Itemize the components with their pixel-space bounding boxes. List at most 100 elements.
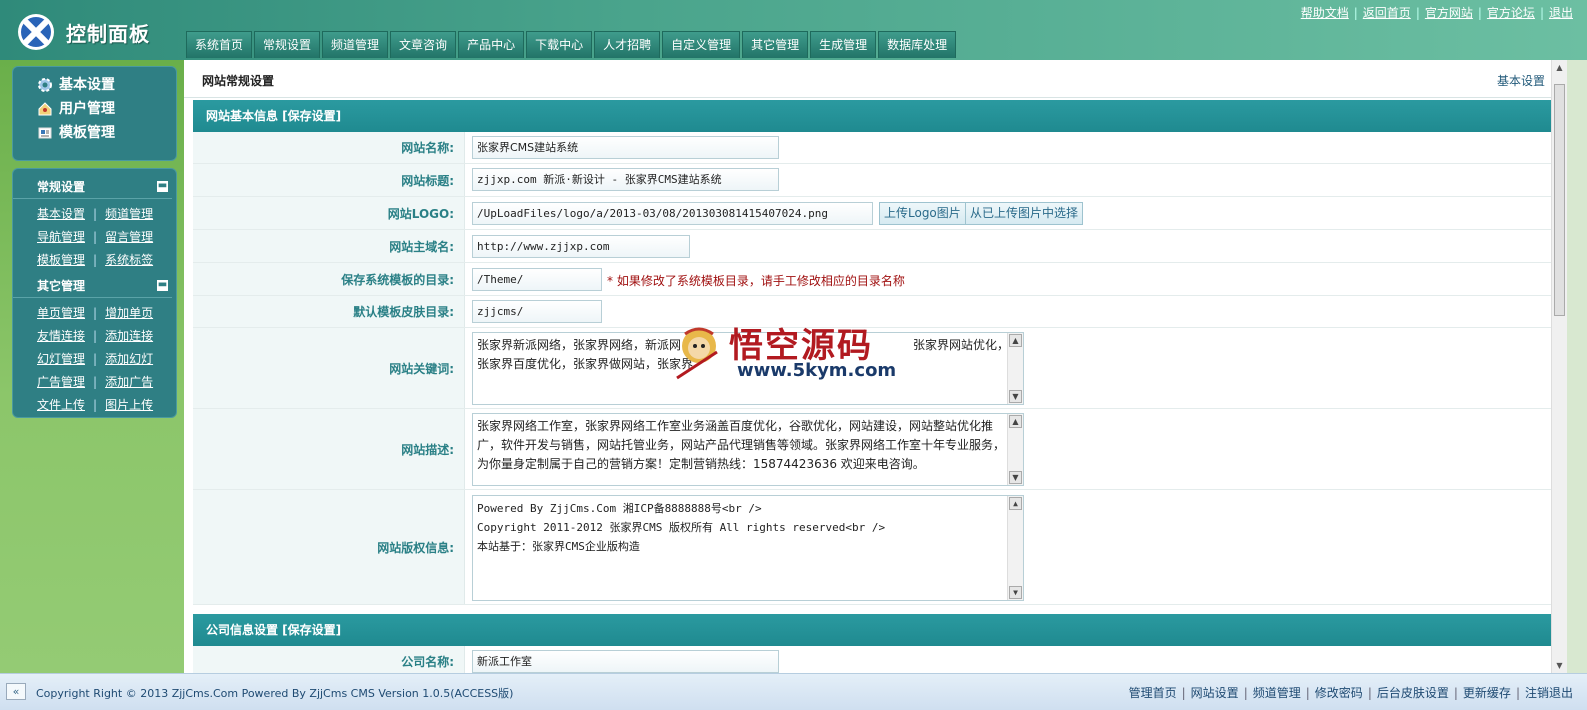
section-basic-header[interactable]: 网站基本信息 [保存设置] — [193, 100, 1567, 132]
description-textarea[interactable]: 张家界网络工作室，张家界网络工作室业务涵盖百度优化，谷歌优化，网站建设，网站整站… — [472, 413, 1024, 486]
tab-recruitment[interactable]: 人才招聘 — [594, 31, 661, 58]
scroll-up-icon[interactable]: ▲ — [1009, 415, 1022, 428]
menu-group-other[interactable]: 其它管理 ▬ — [13, 274, 172, 298]
site-name-input[interactable]: 张家界CMS建站系统 — [472, 136, 779, 159]
sidebar-item-templates[interactable]: 模板管理 — [37, 253, 85, 267]
scroll-thumb[interactable] — [1554, 84, 1565, 316]
textarea-scrollbar[interactable]: ▲ ▼ — [1007, 496, 1023, 600]
tab-channel-management[interactable]: 频道管理 — [322, 31, 389, 58]
skin-dir-input[interactable]: zjjcms/ — [472, 300, 602, 323]
sidebar-item-friend-links[interactable]: 友情连接 — [37, 329, 85, 343]
textarea-scrollbar[interactable]: ▲ ▼ — [1007, 333, 1023, 404]
tab-other-management[interactable]: 其它管理 — [742, 31, 809, 58]
tab-general-settings[interactable]: 常规设置 — [254, 31, 321, 58]
scroll-up-icon[interactable]: ▲ — [1009, 334, 1022, 347]
sidebar-item-messages[interactable]: 留言管理 — [105, 230, 153, 244]
tab-products[interactable]: 产品中心 — [458, 31, 525, 58]
footer-copyright: Copyright Right © 2013 ZjjCms.Com Powere… — [36, 687, 514, 700]
sidebar-item-file-upload[interactable]: 文件上传 — [37, 398, 85, 412]
tab-articles[interactable]: 文章咨询 — [390, 31, 457, 58]
sidebar-item-navigation[interactable]: 导航管理 — [37, 230, 85, 244]
scroll-down-icon[interactable]: ▼ — [1009, 586, 1022, 599]
footer-link-update-cache[interactable]: 更新缓存 — [1463, 686, 1511, 700]
quick-item-template-management[interactable]: 模板管理 — [37, 121, 176, 145]
form-row-site-logo: 网站LOGO: /UpLoadFiles/logo/a/2013-03/08/2… — [193, 197, 1567, 230]
quick-item-basic-settings[interactable]: 基本设置 — [37, 73, 176, 97]
scroll-down-icon[interactable]: ▼ — [1009, 471, 1022, 484]
sidebar-item-system-tags[interactable]: 系统标签 — [105, 253, 153, 267]
footer-link-skin-settings[interactable]: 后台皮肤设置 — [1377, 686, 1449, 700]
sidebar-item-channel-management[interactable]: 频道管理 — [105, 207, 153, 221]
textarea-scrollbar[interactable]: ▲ ▼ — [1007, 414, 1023, 485]
sidebar-item-add-slide[interactable]: 添加幻灯 — [105, 352, 153, 366]
footer-link-logout[interactable]: 注销退出 — [1525, 686, 1573, 700]
footer-link-channel-management[interactable]: 频道管理 — [1253, 686, 1301, 700]
breadcrumb[interactable]: 基本设置 — [1497, 60, 1545, 102]
scroll-up-icon[interactable]: ▲ — [1009, 497, 1022, 510]
scroll-up-icon[interactable]: ▲ — [1554, 62, 1565, 73]
sidebar-item-basic-settings[interactable]: 基本设置 — [37, 207, 85, 221]
app-title: 控制面板 — [66, 22, 150, 46]
sidebar: 基本设置 用户管理 模板管理 常规设置 ▬ 基本设置 | 频道管理 导航管理 | 留言管… — [0, 60, 184, 673]
collapse-icon[interactable]: ▬ — [157, 280, 168, 291]
tab-custom-management[interactable]: 自定义管理 — [662, 31, 741, 58]
site-title-input[interactable]: zjjxp.com 新派·新设计 - 张家界CMS建站系统 — [472, 168, 779, 191]
domain-label: 网站主域名: — [193, 230, 465, 262]
logo-mark-icon — [18, 14, 54, 50]
quick-item-user-management[interactable]: 用户管理 — [37, 97, 176, 121]
tab-database[interactable]: 数据库处理 — [878, 31, 957, 58]
tab-generate[interactable]: 生成管理 — [810, 31, 877, 58]
copyright-textarea[interactable]: Powered By ZjjCms.Com 湘ICP备8888888号<br /… — [472, 495, 1024, 601]
theme-dir-input[interactable]: /Theme/ — [472, 268, 602, 291]
quick-item-label: 用户管理 — [59, 101, 115, 117]
sidebar-menu: 常规设置 ▬ 基本设置 | 频道管理 导航管理 | 留言管理 模板管理 | 系统标签 其它管… — [12, 168, 177, 418]
watermark-url: www.5kym.com — [737, 360, 897, 381]
top-links: 帮助文档 | 返回首页 | 官方网站 | 官方论坛 | 退出 — [1300, 6, 1573, 20]
footer-link-admin-home[interactable]: 管理首页 — [1129, 686, 1177, 700]
sidebar-item-single-pages[interactable]: 单页管理 — [37, 306, 85, 320]
copyright-line: 本站基于：张家界CMS企业版构造 — [477, 540, 640, 553]
user-icon — [37, 101, 53, 117]
collapse-sidebar-icon[interactable]: « — [6, 683, 26, 700]
official-site-link[interactable]: 官方网站 — [1425, 6, 1473, 20]
page-header: 网站常规设置 基本设置 — [184, 60, 1567, 98]
choose-uploaded-image-button[interactable]: 从已上传图片中选择 — [965, 202, 1084, 225]
sidebar-item-add-link[interactable]: 添加连接 — [105, 329, 153, 343]
section-company-header[interactable]: 公司信息设置 [保存设置] — [193, 614, 1567, 646]
page-scrollbar[interactable]: ▲ ▼ — [1551, 60, 1567, 673]
sidebar-item-add-page[interactable]: 增加单页 — [105, 306, 153, 320]
sidebar-item-slides[interactable]: 幻灯管理 — [37, 352, 85, 366]
site-name-label: 网站名称: — [193, 132, 465, 163]
menu-group-general[interactable]: 常规设置 ▬ — [13, 175, 172, 199]
top-header: 控制面板 帮助文档 | 返回首页 | 官方网站 | 官方论坛 | 退出 系统首页 常规设置 频道… — [0, 0, 1587, 60]
site-logo-input[interactable]: /UpLoadFiles/logo/a/2013-03/08/201303081… — [472, 202, 873, 225]
back-home-link[interactable]: 返回首页 — [1363, 6, 1411, 20]
domain-input[interactable]: http://www.zjjxp.com — [472, 235, 690, 258]
menu-group-title: 常规设置 — [37, 180, 86, 194]
description-line: 广，软件开发与销售，网站托管业务，网站产品代理销售等领域。张家界网络工作室十年专… — [477, 438, 1006, 452]
scroll-down-icon[interactable]: ▼ — [1554, 660, 1565, 671]
template-icon — [37, 125, 53, 141]
keywords-label: 网站关键词: — [193, 328, 465, 408]
footer-links: 管理首页 | 网站设置 | 频道管理 | 修改密码 | 后台皮肤设置 | 更新缓存 | 注销退出 — [1128, 686, 1573, 700]
page-title: 网站常规设置 — [202, 74, 275, 88]
collapse-icon[interactable]: ▬ — [157, 181, 168, 192]
help-docs-link[interactable]: 帮助文档 — [1301, 6, 1349, 20]
sidebar-item-ads[interactable]: 广告管理 — [37, 375, 85, 389]
keywords-line-tail: 张家界网站优化，张 — [913, 338, 1022, 352]
description-line: 张家界网络工作室，张家界网络工作室业务涵盖百度优化，谷歌优化，网站建设，网站整站… — [477, 419, 994, 433]
scroll-down-icon[interactable]: ▼ — [1009, 390, 1022, 403]
official-forum-link[interactable]: 官方论坛 — [1487, 6, 1535, 20]
theme-dir-note: * 如果修改了系统模板目录，请手工修改相应的目录名称 — [607, 274, 905, 288]
tab-downloads[interactable]: 下载中心 — [526, 31, 593, 58]
footer-link-site-settings[interactable]: 网站设置 — [1191, 686, 1239, 700]
gear-icon — [37, 77, 53, 93]
footer-link-change-password[interactable]: 修改密码 — [1315, 686, 1363, 700]
form-row-theme-dir: 保存系统模板的目录: /Theme/ * 如果修改了系统模板目录，请手工修改相应… — [193, 263, 1567, 296]
logout-link[interactable]: 退出 — [1549, 6, 1573, 20]
upload-logo-button[interactable]: 上传Logo图片 — [879, 202, 966, 225]
sidebar-item-add-ad[interactable]: 添加广告 — [105, 375, 153, 389]
company-name-input[interactable]: 新派工作室 — [472, 650, 779, 673]
sidebar-item-image-upload[interactable]: 图片上传 — [105, 398, 153, 412]
tab-system-home[interactable]: 系统首页 — [186, 31, 253, 58]
